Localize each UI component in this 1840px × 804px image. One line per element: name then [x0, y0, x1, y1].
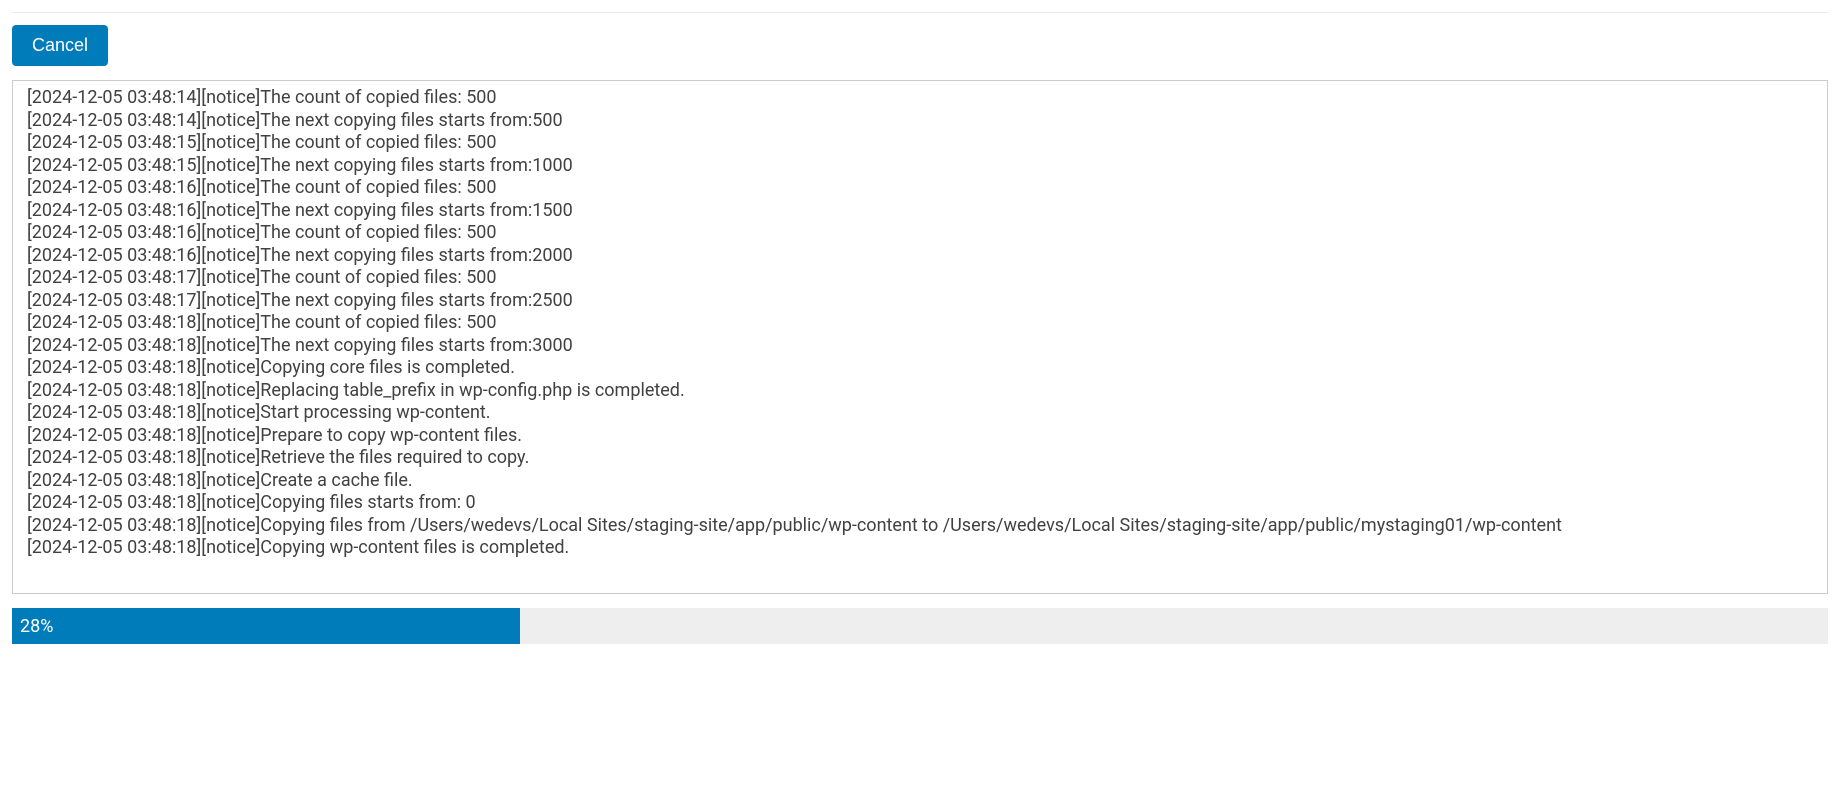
log-line: [2024-12-05 03:48:18][notice]Copying cor… — [27, 357, 1813, 380]
log-line: [2024-12-05 03:48:18][notice]Replacing t… — [27, 380, 1813, 403]
log-line: [2024-12-05 03:48:18][notice]Start proce… — [27, 402, 1813, 425]
progress-bar-fill: 28% — [12, 608, 520, 644]
log-line: [2024-12-05 03:48:15][notice]The count o… — [27, 132, 1813, 155]
log-line: [2024-12-05 03:48:14][notice]The next co… — [27, 110, 1813, 133]
log-line: [2024-12-05 03:48:17][notice]The count o… — [27, 267, 1813, 290]
log-line: [2024-12-05 03:48:18][notice]The next co… — [27, 335, 1813, 358]
log-line: [2024-12-05 03:48:17][notice]The next co… — [27, 290, 1813, 313]
log-line: [2024-12-05 03:48:18][notice]Create a ca… — [27, 470, 1813, 493]
log-line: [2024-12-05 03:48:18][notice]Copying fil… — [27, 492, 1813, 515]
log-output[interactable]: [2024-12-05 03:48:14][notice]The count o… — [12, 80, 1828, 594]
progress-label: 28% — [20, 616, 53, 637]
log-line: [2024-12-05 03:48:18][notice]Retrieve th… — [27, 447, 1813, 470]
log-line: [2024-12-05 03:48:16][notice]The next co… — [27, 245, 1813, 268]
log-line: [2024-12-05 03:48:15][notice]The next co… — [27, 155, 1813, 178]
cancel-button[interactable]: Cancel — [12, 25, 108, 66]
log-line: [2024-12-05 03:48:14][notice]The count o… — [27, 87, 1813, 110]
separator — [12, 12, 1828, 13]
log-line: [2024-12-05 03:48:16][notice]The next co… — [27, 200, 1813, 223]
log-line: [2024-12-05 03:48:18][notice]Copying wp-… — [27, 537, 1813, 560]
log-line: [2024-12-05 03:48:18][notice]The count o… — [27, 312, 1813, 335]
log-line: [2024-12-05 03:48:16][notice]The count o… — [27, 222, 1813, 245]
log-line: [2024-12-05 03:48:18][notice]Copying fil… — [27, 515, 1813, 538]
log-line: [2024-12-05 03:48:18][notice]Prepare to … — [27, 425, 1813, 448]
progress-bar-track: 28% — [12, 608, 1828, 644]
log-line: [2024-12-05 03:48:16][notice]The count o… — [27, 177, 1813, 200]
